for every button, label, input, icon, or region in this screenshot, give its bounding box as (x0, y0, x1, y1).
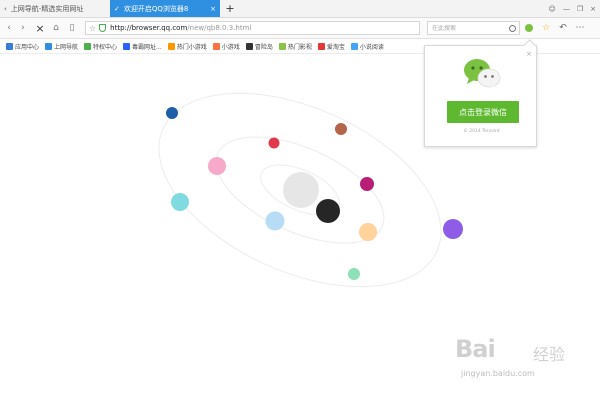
wechat-login-button[interactable]: 点击登录微信 (447, 101, 519, 123)
star-icon: ☆ (541, 23, 551, 33)
bookmark-item[interactable]: 小游戏 (212, 42, 240, 51)
orbit-dot-teal (171, 193, 189, 211)
bookmark-favicon-icon (84, 42, 92, 50)
baidu-watermark: Bai 经验 jingyan.baidu.com (455, 335, 595, 390)
orbit-dots (166, 107, 463, 280)
bookmark-favicon-icon (6, 42, 13, 50)
chevron-left-icon: ‹ (7, 23, 11, 33)
tab-favicon-icon: ✓ (114, 4, 120, 13)
search-box[interactable] (427, 21, 520, 35)
url-text: http://browser.qq.com/new/qb8.0.3.html (110, 24, 252, 32)
forward-button[interactable]: › (17, 21, 29, 35)
user-icon[interactable]: ☺ (549, 5, 556, 13)
close-icon[interactable]: × (526, 50, 532, 58)
orbit-dot-peach (359, 223, 377, 241)
reader-button[interactable]: ▯ (66, 21, 78, 35)
watermark-label: 经验 (533, 345, 566, 364)
watermark-site: jingyan.baidu.com (461, 369, 535, 378)
tab-back-icon: ‹ (4, 4, 7, 13)
window-controls: ☺ — ❐ × (549, 0, 596, 17)
chevron-right-icon: › (21, 23, 25, 33)
orbit-dot-magenta (360, 177, 374, 191)
bookmark-favicon-icon (278, 42, 286, 50)
orbit-dot-pink (208, 157, 226, 175)
bookmark-item[interactable]: 应用中心 (6, 42, 39, 51)
menu-button[interactable]: ⋯ (573, 21, 587, 35)
bookmark-label: 小说阅读 (359, 43, 384, 51)
orbit-dot-center-gray (283, 172, 319, 208)
star-icon[interactable]: ☆ (89, 24, 96, 33)
bookmark-label: 热门影视 (287, 43, 312, 51)
book-icon: ▯ (69, 23, 75, 33)
tab-title: 欢迎开启QQ浏览器8 (123, 4, 189, 13)
tab-title: 上网导航-精选实用网址 (10, 4, 84, 13)
orbit-dot-light-blue (265, 211, 285, 231)
wechat-login-popup: × 点击登录微信 © 2014 Tencent (424, 39, 537, 147)
search-input[interactable] (432, 24, 502, 32)
home-icon: ⌂ (53, 23, 59, 33)
restore-icon[interactable]: ❐ (577, 5, 583, 13)
close-tab-icon[interactable]: × (210, 5, 216, 13)
bookmark-label: 特权中心 (93, 43, 118, 51)
bookmark-favicon-icon (167, 42, 175, 50)
bookmark-item[interactable]: 热门影视 (278, 42, 312, 51)
stop-button[interactable]: × (34, 21, 46, 35)
shield-icon (99, 24, 107, 32)
tab-navigation[interactable]: ‹ 上网导航-精选实用网址 (0, 0, 108, 17)
bookmark-item[interactable]: 热门小游戏 (167, 42, 207, 51)
wechat-button[interactable] (522, 21, 536, 35)
bookmark-item[interactable]: 小说阅读 (350, 42, 384, 51)
more-icon: ⋯ (575, 23, 585, 33)
bookmark-favicon-icon (123, 42, 131, 50)
orbit-dot-black (316, 199, 340, 223)
wechat-logo-icon (464, 59, 501, 89)
bookmark-favicon-icon (350, 42, 358, 50)
orbit-dot-purple (443, 219, 463, 239)
tab-bar: ‹ 上网导航-精选实用网址 ✓ 欢迎开启QQ浏览器8 × + ☺ — ❐ × (0, 0, 600, 18)
undo-icon: ↶ (559, 23, 567, 33)
undo-button[interactable]: ↶ (556, 21, 570, 35)
home-button[interactable]: ⌂ (50, 21, 62, 35)
bookmark-label: 毒霸网址... (132, 43, 162, 51)
bookmark-label: 应用中心 (15, 43, 40, 51)
new-tab-button[interactable]: + (224, 0, 236, 17)
bookmark-label: 小游戏 (221, 43, 240, 51)
back-button[interactable]: ‹ (3, 21, 15, 35)
bookmark-favicon-icon (45, 42, 53, 50)
copyright-text: © 2014 Tencent (463, 129, 500, 134)
watermark-brand: Bai (455, 335, 496, 363)
orbit-dot-red (268, 137, 280, 149)
bookmark-item[interactable]: 特权中心 (84, 42, 117, 51)
navigation-bar: ‹ › × ⌂ ▯ ☆ http://browser.qq.com/new/qb… (0, 18, 600, 39)
bookmark-favicon-icon (212, 42, 220, 50)
bookmark-favicon-icon (317, 42, 325, 50)
wechat-icon (525, 24, 533, 32)
orbit-dot-mint (348, 268, 360, 280)
minimize-icon[interactable]: — (563, 5, 570, 13)
bookmark-label: 爱淘宝 (326, 43, 345, 51)
bookmark-label: 热门小游戏 (176, 43, 207, 51)
orbit-dot-navy (166, 107, 178, 119)
orbit-dot-brown (335, 123, 347, 135)
bookmark-item[interactable]: 冒险岛 (245, 42, 273, 51)
bookmark-label: 冒险岛 (254, 43, 273, 51)
close-window-icon[interactable]: × (590, 5, 596, 13)
bookmark-favicon-icon (245, 42, 253, 50)
bookmark-label: 上网导航 (54, 43, 79, 51)
address-bar[interactable]: ☆ http://browser.qq.com/new/qb8.0.3.html (85, 21, 420, 35)
bookmark-item[interactable]: 爱淘宝 (317, 42, 345, 51)
stop-icon: × (35, 21, 45, 35)
favorites-button[interactable]: ☆ (539, 21, 553, 35)
search-icon[interactable] (509, 24, 516, 32)
tab-welcome[interactable]: ✓ 欢迎开启QQ浏览器8 × (110, 0, 220, 17)
bookmark-item[interactable]: 上网导航 (45, 42, 78, 51)
bookmark-item[interactable]: 毒霸网址... (123, 42, 162, 51)
